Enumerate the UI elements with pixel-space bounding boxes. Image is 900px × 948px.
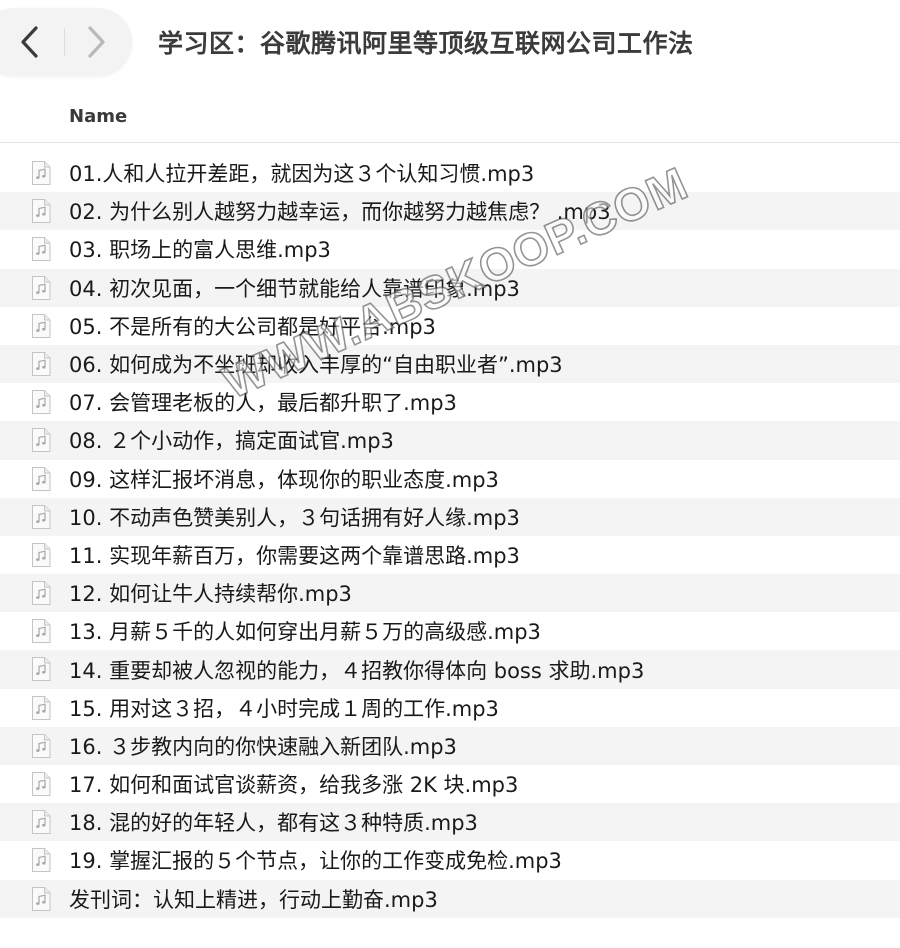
file-row[interactable]: 01.人和人拉开差距，就因为这３个认知习惯.mp3: [0, 154, 900, 192]
file-row[interactable]: 07. 会管理老板的人，最后都升职了.mp3: [0, 383, 900, 421]
file-name: 19. 掌握汇报的５个节点，让你的工作变成免检.mp3: [69, 849, 562, 874]
toolbar: 学习区：谷歌腾讯阿里等顶级互联网公司工作法: [0, 0, 900, 86]
file-row[interactable]: 14. 重要却被人忽视的能力，４招教你得体向 boss 求助.mp3: [0, 650, 900, 689]
audio-file-icon: [30, 656, 52, 682]
file-row[interactable]: 05. 不是所有的大公司都是好平台.mp3: [0, 307, 900, 345]
audio-file-icon: [30, 886, 52, 912]
audio-file-icon: [30, 198, 52, 224]
audio-file-icon: [30, 733, 52, 759]
file-name: 16. ３步教内向的你快速融入新团队.mp3: [69, 734, 457, 759]
audio-file-icon: [30, 427, 52, 453]
audio-file-icon: [30, 618, 52, 644]
audio-file-icon: [30, 351, 52, 377]
file-name: 10. 不动声色赞美别人，３句话拥有好人缘.mp3: [69, 505, 520, 530]
audio-file-icon: [30, 809, 52, 835]
nav-separator: [64, 28, 65, 56]
audio-file-icon: [30, 466, 52, 492]
file-name: 18. 混的好的年轻人，都有这３种特质.mp3: [69, 811, 478, 836]
window-title: 学习区：谷歌腾讯阿里等顶级互联网公司工作法: [158, 29, 694, 58]
file-row[interactable]: 11. 实现年薪百万，你需要这两个靠谱思路.mp3: [0, 536, 900, 574]
file-row[interactable]: 19. 掌握汇报的５个节点，让你的工作变成免检.mp3: [0, 841, 900, 879]
file-row[interactable]: 13. 月薪５千的人如何穿出月薪５万的高级感.mp3: [0, 612, 900, 650]
file-name: 09. 这样汇报坏消息，体现你的职业态度.mp3: [69, 467, 499, 492]
column-header: Name: [0, 96, 900, 143]
file-name: 04. 初次见面，一个细节就能给人靠谱印象.mp3: [69, 276, 520, 301]
file-row[interactable]: 18. 混的好的年轻人，都有这３种特质.mp3: [0, 803, 900, 842]
file-name: 15. 用对这３招，４小时完成１周的工作.mp3: [69, 696, 499, 721]
file-name: 11. 实现年薪百万，你需要这两个靠谱思路.mp3: [69, 543, 520, 568]
file-row[interactable]: 16. ３步教内向的你快速融入新团队.mp3: [0, 726, 900, 765]
file-name: 06. 如何成为不坐班却收入丰厚的“自由职业者”.mp3: [69, 353, 563, 378]
audio-file-icon: [30, 695, 52, 721]
audio-file-icon: [30, 275, 52, 301]
file-name: 14. 重要却被人忽视的能力，４招教你得体向 boss 求助.mp3: [69, 658, 645, 683]
file-name: 17. 如何和面试官谈薪资，给我多涨 2K 块.mp3: [69, 773, 519, 798]
file-name: 07. 会管理老板的人，最后都升职了.mp3: [69, 391, 457, 416]
file-row[interactable]: 06. 如何成为不坐班却收入丰厚的“自由职业者”.mp3: [0, 344, 900, 384]
chevron-right-icon: [88, 26, 105, 58]
audio-file-icon: [30, 160, 52, 186]
file-name: 01.人和人拉开差距，就因为这３个认知习惯.mp3: [69, 162, 535, 187]
chevron-left-icon: [21, 26, 38, 58]
audio-file-icon: [30, 313, 52, 339]
back-button[interactable]: [10, 22, 50, 62]
audio-file-icon: [30, 504, 52, 530]
audio-file-icon: [30, 847, 52, 873]
forward-button[interactable]: [76, 22, 116, 62]
column-header-name[interactable]: Name: [69, 106, 127, 127]
file-row[interactable]: 03. 职场上的富人思维.mp3: [0, 230, 900, 268]
file-row[interactable]: 15. 用对这３招，４小时完成１周的工作.mp3: [0, 689, 900, 727]
file-name: 05. 不是所有的大公司都是好平台.mp3: [69, 314, 436, 339]
file-row[interactable]: 10. 不动声色赞美别人，３句话拥有好人缘.mp3: [0, 497, 900, 536]
audio-file-icon: [30, 580, 52, 606]
audio-file-icon: [30, 542, 52, 568]
file-name: 08. ２个小动作，搞定面试官.mp3: [69, 429, 394, 454]
file-list: 01.人和人拉开差距，就因为这３个认知习惯.mp3 02. 为什么别人越努力越幸…: [0, 154, 900, 918]
file-name: 12. 如何让牛人持续帮你.mp3: [69, 582, 352, 607]
file-row[interactable]: 04. 初次见面，一个细节就能给人靠谱印象.mp3: [0, 268, 900, 307]
finder-window: 学习区：谷歌腾讯阿里等顶级互联网公司工作法 Name 01.人和人拉开差距，就因…: [0, 0, 900, 948]
audio-file-icon: [30, 389, 52, 415]
audio-file-icon: [30, 771, 52, 797]
file-name: 02. 为什么别人越努力越幸运，而你越努力越焦虑？ .mp3: [69, 200, 611, 225]
file-row[interactable]: 17. 如何和面试官谈薪资，给我多涨 2K 块.mp3: [0, 765, 900, 803]
file-row[interactable]: 02. 为什么别人越努力越幸运，而你越努力越焦虑？ .mp3: [0, 192, 900, 231]
file-row[interactable]: 08. ２个小动作，搞定面试官.mp3: [0, 421, 900, 460]
file-row[interactable]: 发刊词：认知上精进，行动上勤奋.mp3: [0, 879, 900, 918]
file-name: 发刊词：认知上精进，行动上勤奋.mp3: [69, 887, 438, 912]
file-row[interactable]: 09. 这样汇报坏消息，体现你的职业态度.mp3: [0, 460, 900, 498]
file-name: 13. 月薪５千的人如何穿出月薪５万的高级感.mp3: [69, 620, 541, 645]
file-row[interactable]: 12. 如何让牛人持续帮你.mp3: [0, 574, 900, 613]
audio-file-icon: [30, 236, 52, 262]
file-name: 03. 职场上的富人思维.mp3: [69, 238, 331, 263]
